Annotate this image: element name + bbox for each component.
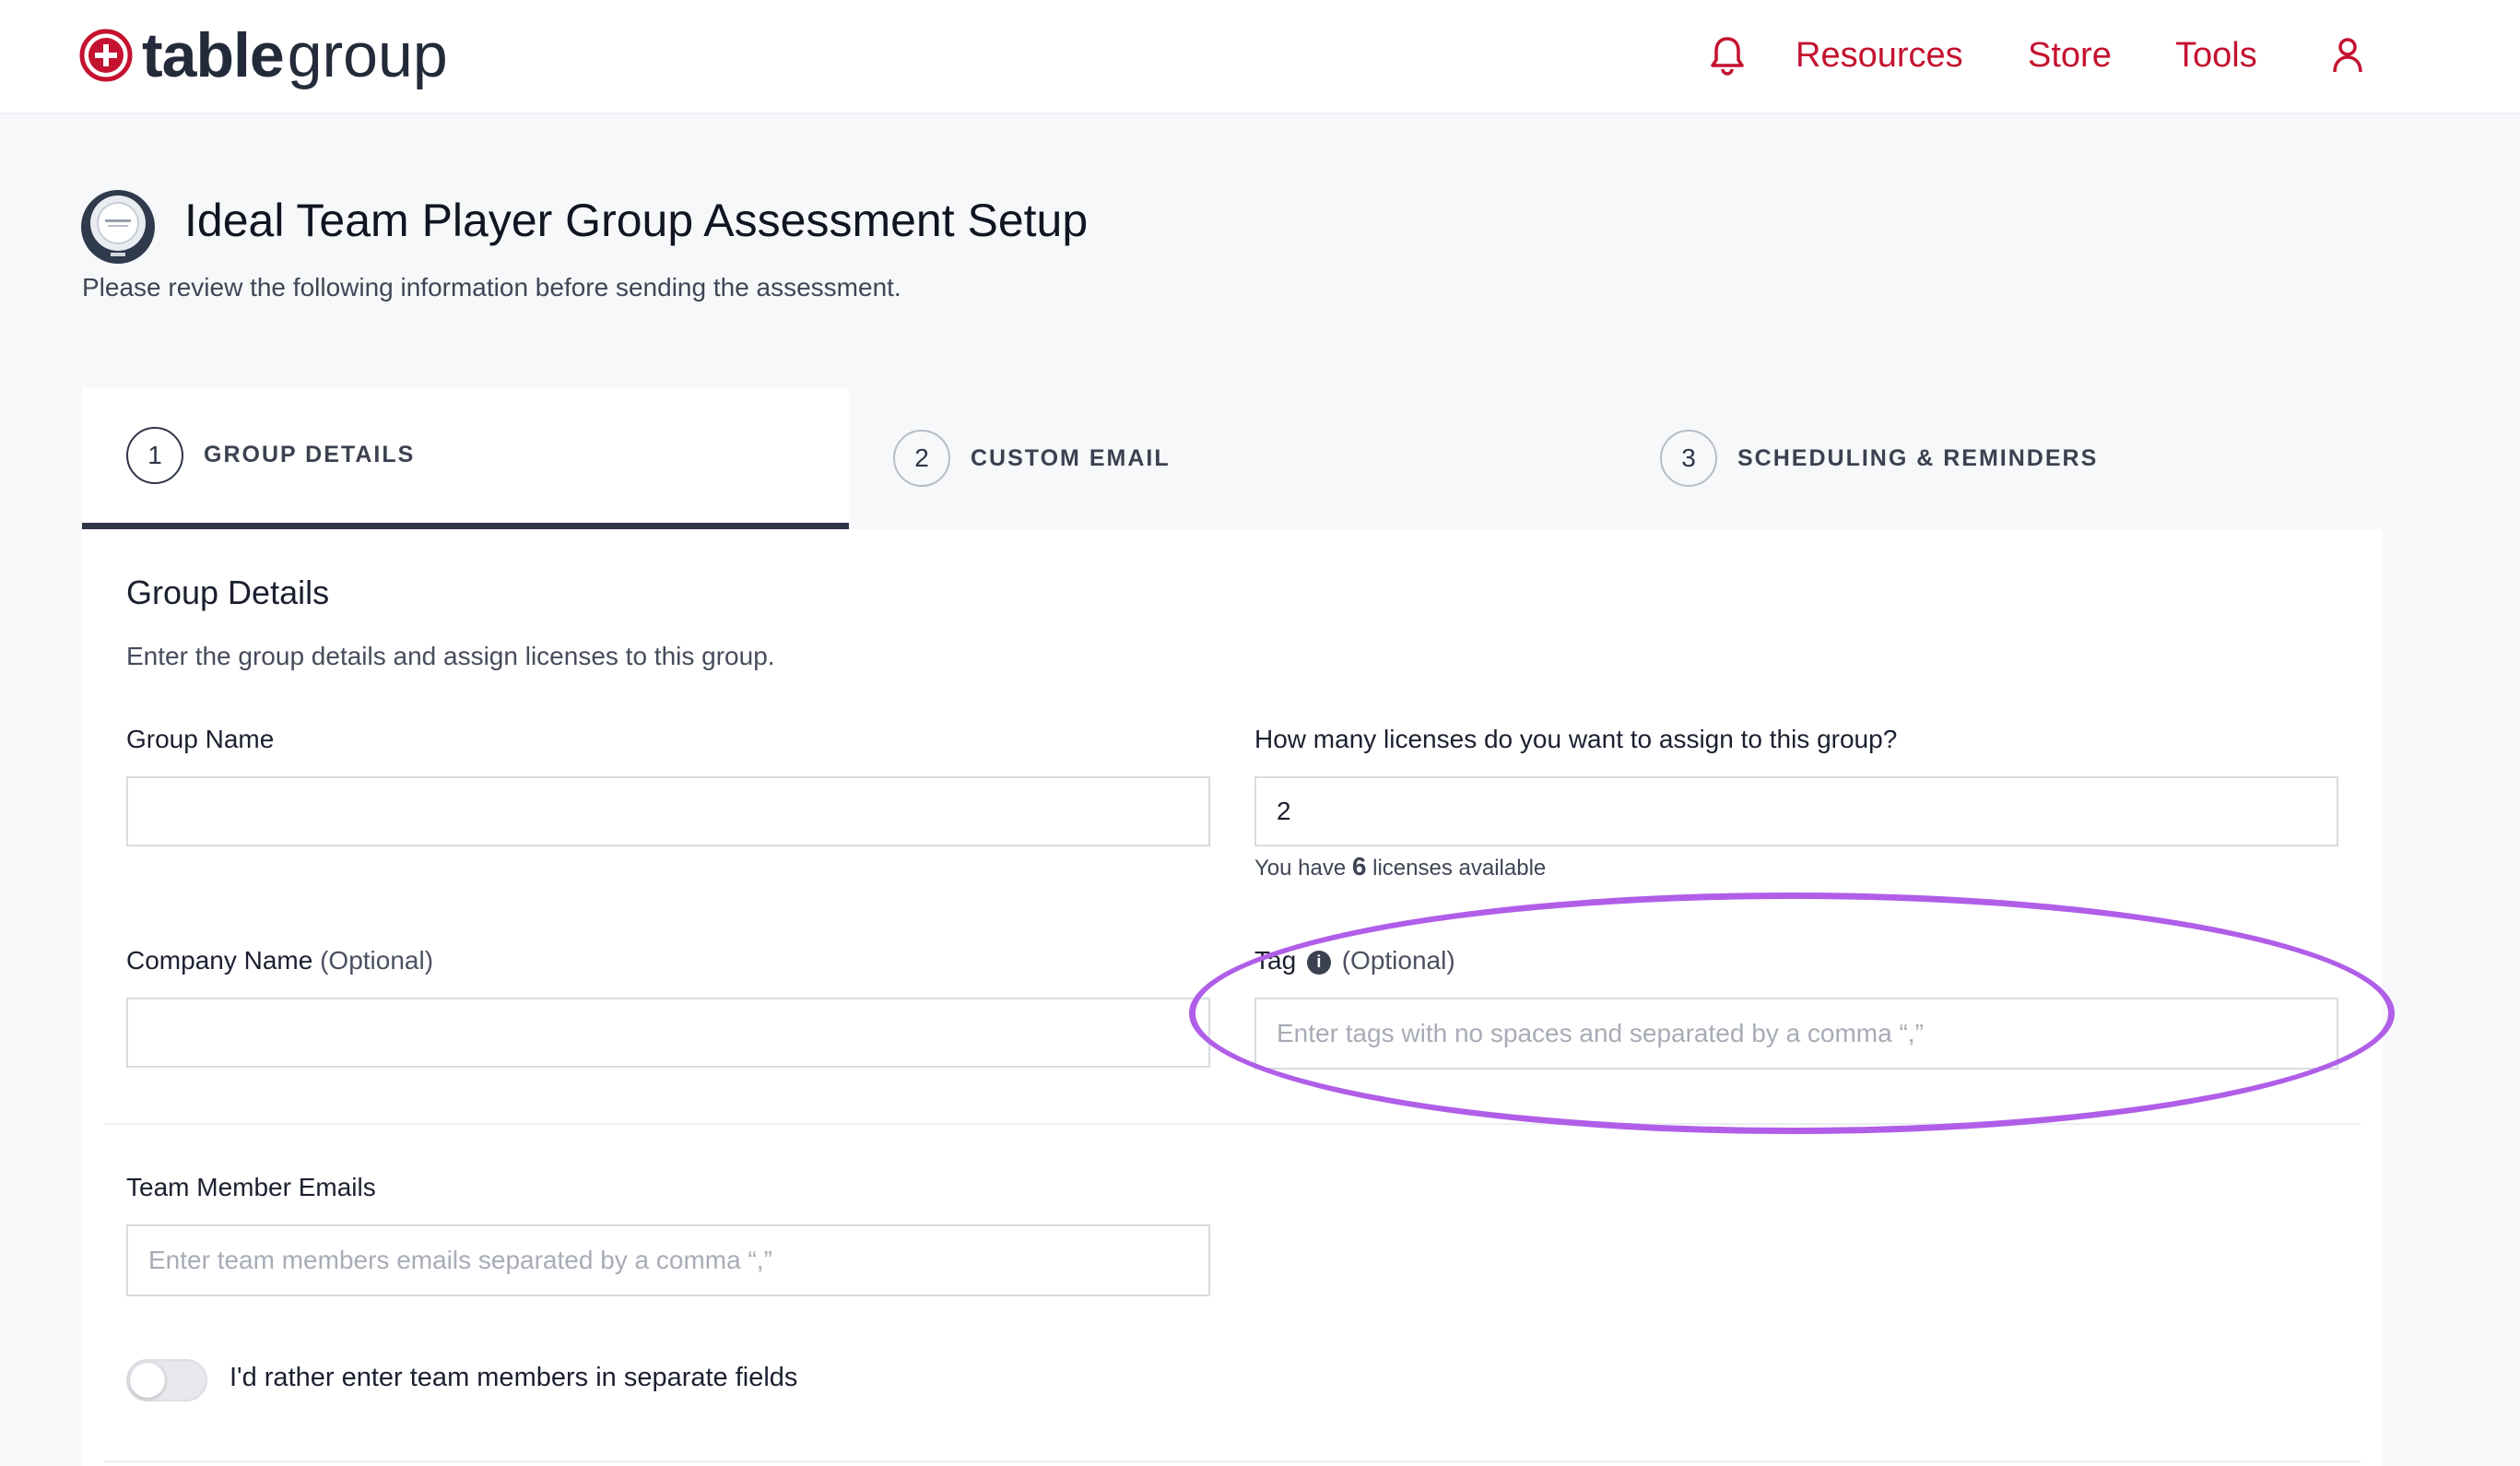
tag-input[interactable] bbox=[1254, 998, 2338, 1070]
section-description: Enter the group details and assign licen… bbox=[126, 642, 775, 670]
toggle-knob bbox=[130, 1363, 165, 1398]
tab-group-details[interactable]: 1 GROUP DETAILS bbox=[82, 387, 849, 529]
page-subtitle: Please review the following information … bbox=[82, 273, 901, 301]
tag-label: Tag i (Optional) bbox=[1254, 946, 1455, 975]
separate-fields-label: I'd rather enter team members in separat… bbox=[230, 1363, 798, 1392]
tag-label-text: Tag bbox=[1254, 946, 1297, 975]
help-suffix: licenses available bbox=[1372, 856, 1547, 881]
group-details-card: Group Details Enter the group details an… bbox=[82, 529, 2383, 1466]
team-emails-input[interactable] bbox=[126, 1224, 1210, 1296]
company-name-input[interactable] bbox=[126, 998, 1210, 1068]
nav-resources[interactable]: Resources bbox=[1796, 28, 1963, 83]
logo-text-bold: table bbox=[142, 20, 285, 90]
tablegroup-logo[interactable]: table group bbox=[79, 18, 448, 92]
section-divider bbox=[104, 1123, 2361, 1125]
top-header: table group Resources Store Tools bbox=[0, 0, 2520, 114]
step-number: 3 bbox=[1660, 430, 1717, 487]
info-icon[interactable]: i bbox=[1306, 950, 1331, 975]
optional-tag: (Optional) bbox=[320, 946, 434, 975]
tab-custom-email[interactable]: 2 CUSTOM EMAIL bbox=[849, 387, 1616, 529]
user-icon bbox=[2333, 38, 2362, 73]
tab-label: SCHEDULING & REMINDERS bbox=[1737, 444, 2099, 471]
notifications-button[interactable] bbox=[1709, 28, 1755, 83]
licenses-label: How many licenses do you want to assign … bbox=[1254, 725, 1898, 753]
licenses-input[interactable] bbox=[1254, 776, 2338, 846]
company-name-label: Company Name (Optional) bbox=[126, 946, 433, 975]
step-number: 2 bbox=[893, 430, 950, 487]
page-title: Ideal Team Player Group Assessment Setup bbox=[184, 195, 1089, 246]
setup-steps-tabs: 1 GROUP DETAILS 2 CUSTOM EMAIL 3 SCHEDUL… bbox=[82, 387, 2383, 529]
group-name-label: Group Name bbox=[126, 725, 275, 753]
company-name-label-text: Company Name bbox=[126, 946, 313, 975]
team-emails-label: Team Member Emails bbox=[126, 1173, 376, 1201]
separate-fields-toggle[interactable] bbox=[126, 1359, 207, 1401]
nav-tools[interactable]: Tools bbox=[2175, 28, 2257, 83]
account-button[interactable] bbox=[2332, 28, 2373, 83]
logo-plus-icon bbox=[79, 29, 133, 82]
step-number: 1 bbox=[126, 426, 183, 484]
tab-scheduling-reminders[interactable]: 3 SCHEDULING & REMINDERS bbox=[1616, 387, 2383, 529]
bell-icon bbox=[1711, 37, 1744, 76]
help-prefix: You have bbox=[1254, 856, 1347, 881]
section-title: Group Details bbox=[126, 573, 330, 611]
section-divider bbox=[104, 1460, 2361, 1462]
group-name-input[interactable] bbox=[126, 776, 1210, 846]
licenses-available-text: You have 6 licenses available bbox=[1254, 852, 1546, 881]
optional-tag: (Optional) bbox=[1341, 946, 1455, 975]
logo-text-light: group bbox=[287, 20, 448, 90]
licenses-count: 6 bbox=[1351, 852, 1367, 881]
nav-store[interactable]: Store bbox=[2028, 28, 2112, 83]
tab-label: CUSTOM EMAIL bbox=[971, 444, 1171, 471]
tab-label: GROUP DETAILS bbox=[204, 442, 416, 467]
assessment-badge-icon bbox=[81, 190, 155, 264]
